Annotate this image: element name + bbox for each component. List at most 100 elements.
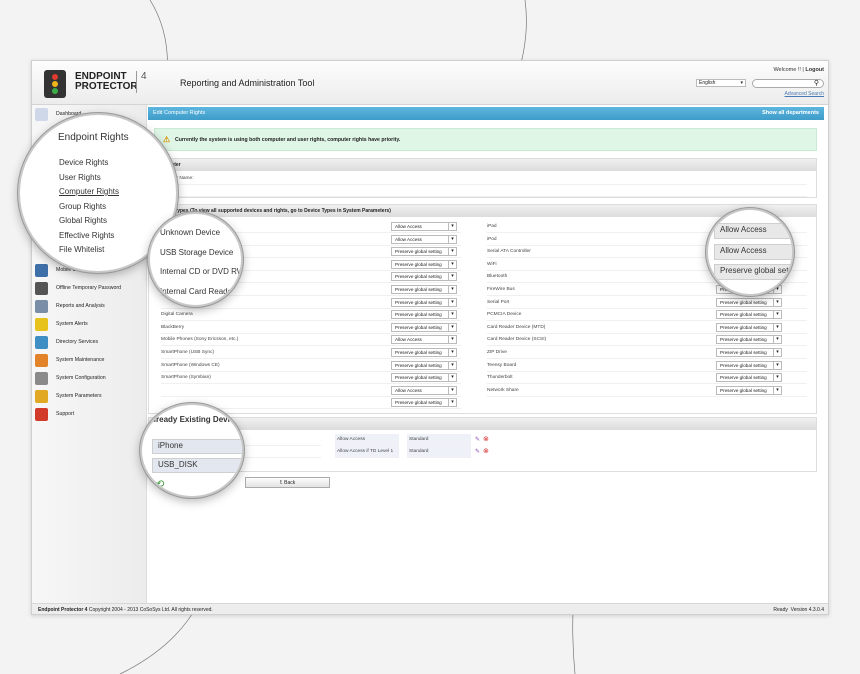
- mobile-icon: [35, 264, 48, 277]
- device-right-select[interactable]: Preserve global setting ▾: [391, 398, 457, 408]
- magnifier-existing-item: USB_DISK: [158, 460, 198, 469]
- chevron-down-icon[interactable]: ▾: [448, 361, 456, 369]
- search-icon[interactable]: ⚲: [814, 79, 819, 87]
- priority-notice: ⚠ Currently the system is using both comp…: [154, 128, 817, 151]
- chevron-down-icon[interactable]: ▾: [448, 386, 456, 394]
- magnifier-menu-item[interactable]: Effective Rights: [59, 231, 114, 240]
- password-icon: [35, 282, 48, 295]
- configuration-icon: [35, 372, 48, 385]
- logout-link[interactable]: Logout: [805, 67, 824, 73]
- chevron-down-icon[interactable]: ▾: [448, 273, 456, 281]
- magnifier-menu-item[interactable]: Computer Rights: [59, 187, 119, 196]
- page-title: Edit Computer Rights: [153, 110, 206, 116]
- device-right-select[interactable]: Preserve global setting ▾: [716, 335, 782, 345]
- search-input[interactable]: ⚲: [752, 79, 824, 88]
- magnifier-existing-devices: Already Existing Devices iPhone USB_DISK ⟲: [140, 403, 244, 498]
- chevron-down-icon[interactable]: ▾: [773, 311, 781, 319]
- sidebar-item-directory-services[interactable]: Directory Services: [35, 335, 145, 351]
- sidebar-item-label: System Configuration: [56, 375, 106, 381]
- chevron-down-icon[interactable]: ▾: [448, 336, 456, 344]
- sidebar-item-reports-and-analysis[interactable]: Reports and Analysis: [35, 299, 145, 315]
- traffic-light-logo-icon: [44, 70, 66, 98]
- device-right-select[interactable]: Preserve global setting ▾: [716, 310, 782, 320]
- magnifier-menu-item[interactable]: File Whitelist: [59, 245, 104, 254]
- sidebar-item-support[interactable]: Support: [35, 407, 145, 423]
- device-right-select[interactable]: Preserve global setting ▾: [391, 259, 457, 269]
- main-content: Edit Computer Rights Show all departments…: [148, 107, 824, 602]
- chevron-down-icon[interactable]: ▾: [448, 260, 456, 268]
- chevron-down-icon[interactable]: ▾: [448, 323, 456, 331]
- magnifier-menu-title: Endpoint Rights: [58, 132, 129, 143]
- chevron-down-icon[interactable]: ▾: [773, 336, 781, 344]
- chevron-down-icon[interactable]: ▾: [448, 286, 456, 293]
- language-select[interactable]: English: [696, 79, 746, 87]
- device-right-select[interactable]: Preserve global setting ▾: [391, 373, 457, 383]
- device-right-select[interactable]: Preserve global setting ▾: [391, 285, 457, 294]
- delete-icon[interactable]: ⊗: [483, 435, 489, 443]
- app-title: Reporting and Administration Tool: [180, 78, 315, 88]
- sidebar-item-system-parameters[interactable]: System Parameters: [35, 389, 145, 405]
- chevron-down-icon[interactable]: ▾: [448, 399, 456, 407]
- sidebar-item-offline-temporary-password[interactable]: Offline Temporary Password: [35, 281, 145, 297]
- magnifier-menu-item[interactable]: Global Rights: [59, 216, 107, 225]
- edit-icon[interactable]: ✎: [475, 448, 480, 455]
- device-right-select[interactable]: Preserve global setting ▾: [391, 348, 457, 357]
- device-right-select[interactable]: Preserve global setting ▾: [391, 297, 457, 307]
- footer: Endpoint Protector 4 Copyright 2004 - 20…: [32, 603, 828, 614]
- device-right-select[interactable]: Preserve global setting ▾: [716, 348, 782, 357]
- magnifier-menu-item[interactable]: Group Rights: [59, 202, 106, 211]
- device-right-select[interactable]: Preserve global setting ▾: [716, 297, 782, 307]
- sidebar-item-system-configuration[interactable]: System Configuration: [35, 371, 145, 387]
- sidebar-item-label: System Alerts: [56, 321, 88, 327]
- alert-icon: [35, 318, 48, 331]
- device-right-select[interactable]: Allow Access ▾: [391, 222, 457, 231]
- device-right-select[interactable]: Preserve global setting ▾: [391, 360, 457, 370]
- device-right-select[interactable]: Preserve global setting ▾: [716, 385, 782, 395]
- select-value: Allow Access: [395, 337, 422, 343]
- device-right-select[interactable]: Preserve global setting ▾: [716, 322, 782, 332]
- chevron-down-icon[interactable]: ▾: [448, 235, 456, 243]
- device-right-select[interactable]: Allow Access ▾: [391, 385, 457, 395]
- device-right-select[interactable]: Preserve global setting ▾: [391, 322, 457, 332]
- device-right-select[interactable]: Allow Access ▾: [391, 335, 457, 345]
- existing-devices-header: Already Existing Devices: [149, 418, 816, 430]
- chevron-down-icon[interactable]: ▾: [448, 248, 456, 256]
- device-right-select[interactable]: Preserve global setting ▾: [716, 360, 782, 370]
- chevron-down-icon[interactable]: ▾: [448, 349, 456, 356]
- advanced-search-link[interactable]: Advanced Search: [785, 91, 824, 97]
- directory-icon: [35, 336, 48, 349]
- logo-version: 4: [136, 71, 147, 93]
- select-value: Preserve global setting: [720, 324, 767, 330]
- show-all-departments-link[interactable]: Show all departments: [762, 107, 819, 120]
- delete-icon[interactable]: ⊗: [483, 447, 489, 455]
- history-icon[interactable]: ⟲: [156, 479, 164, 490]
- device-right-select[interactable]: Preserve global setting ▾: [391, 272, 457, 282]
- chevron-down-icon[interactable]: ▾: [448, 374, 456, 382]
- device-right-select[interactable]: Allow Access ▾: [391, 234, 457, 244]
- select-value: Preserve global setting: [395, 324, 442, 330]
- device-right-select[interactable]: Preserve global setting ▾: [391, 247, 457, 257]
- edit-icon[interactable]: ✎: [475, 436, 480, 443]
- chevron-down-icon[interactable]: ▾: [773, 323, 781, 331]
- sidebar-item-system-maintenance[interactable]: System Maintenance: [35, 353, 145, 369]
- magnifier-menu-item[interactable]: User Rights: [59, 173, 101, 182]
- chevron-down-icon[interactable]: ▾: [773, 386, 781, 394]
- chevron-down-icon[interactable]: ▾: [773, 349, 781, 356]
- magnifier-menu-item[interactable]: Device Rights: [59, 158, 108, 167]
- back-button[interactable]: ⮤ Back: [245, 477, 330, 488]
- magnifier-existing-item: iPhone: [158, 441, 183, 450]
- header: ENDPOINT PROTECTOR 4 Reporting and Admini…: [32, 61, 828, 105]
- chevron-down-icon[interactable]: ▾: [773, 374, 781, 382]
- chevron-down-icon[interactable]: ▾: [448, 223, 456, 230]
- sidebar-item-label: System Parameters: [56, 393, 102, 399]
- chevron-down-icon[interactable]: ▾: [773, 361, 781, 369]
- sidebar-item-label: Directory Services: [56, 339, 99, 345]
- chevron-down-icon[interactable]: ▾: [448, 298, 456, 306]
- device-right-select[interactable]: Preserve global setting ▾: [391, 310, 457, 320]
- sidebar-item-system-alerts[interactable]: System Alerts: [35, 317, 145, 333]
- chevron-down-icon[interactable]: ▾: [448, 311, 456, 319]
- device-right-select[interactable]: Preserve global setting ▾: [716, 373, 782, 383]
- parameters-icon: [35, 390, 48, 403]
- welcome-text: Welcome !! | Logout: [773, 67, 824, 73]
- chevron-down-icon[interactable]: ▾: [773, 298, 781, 306]
